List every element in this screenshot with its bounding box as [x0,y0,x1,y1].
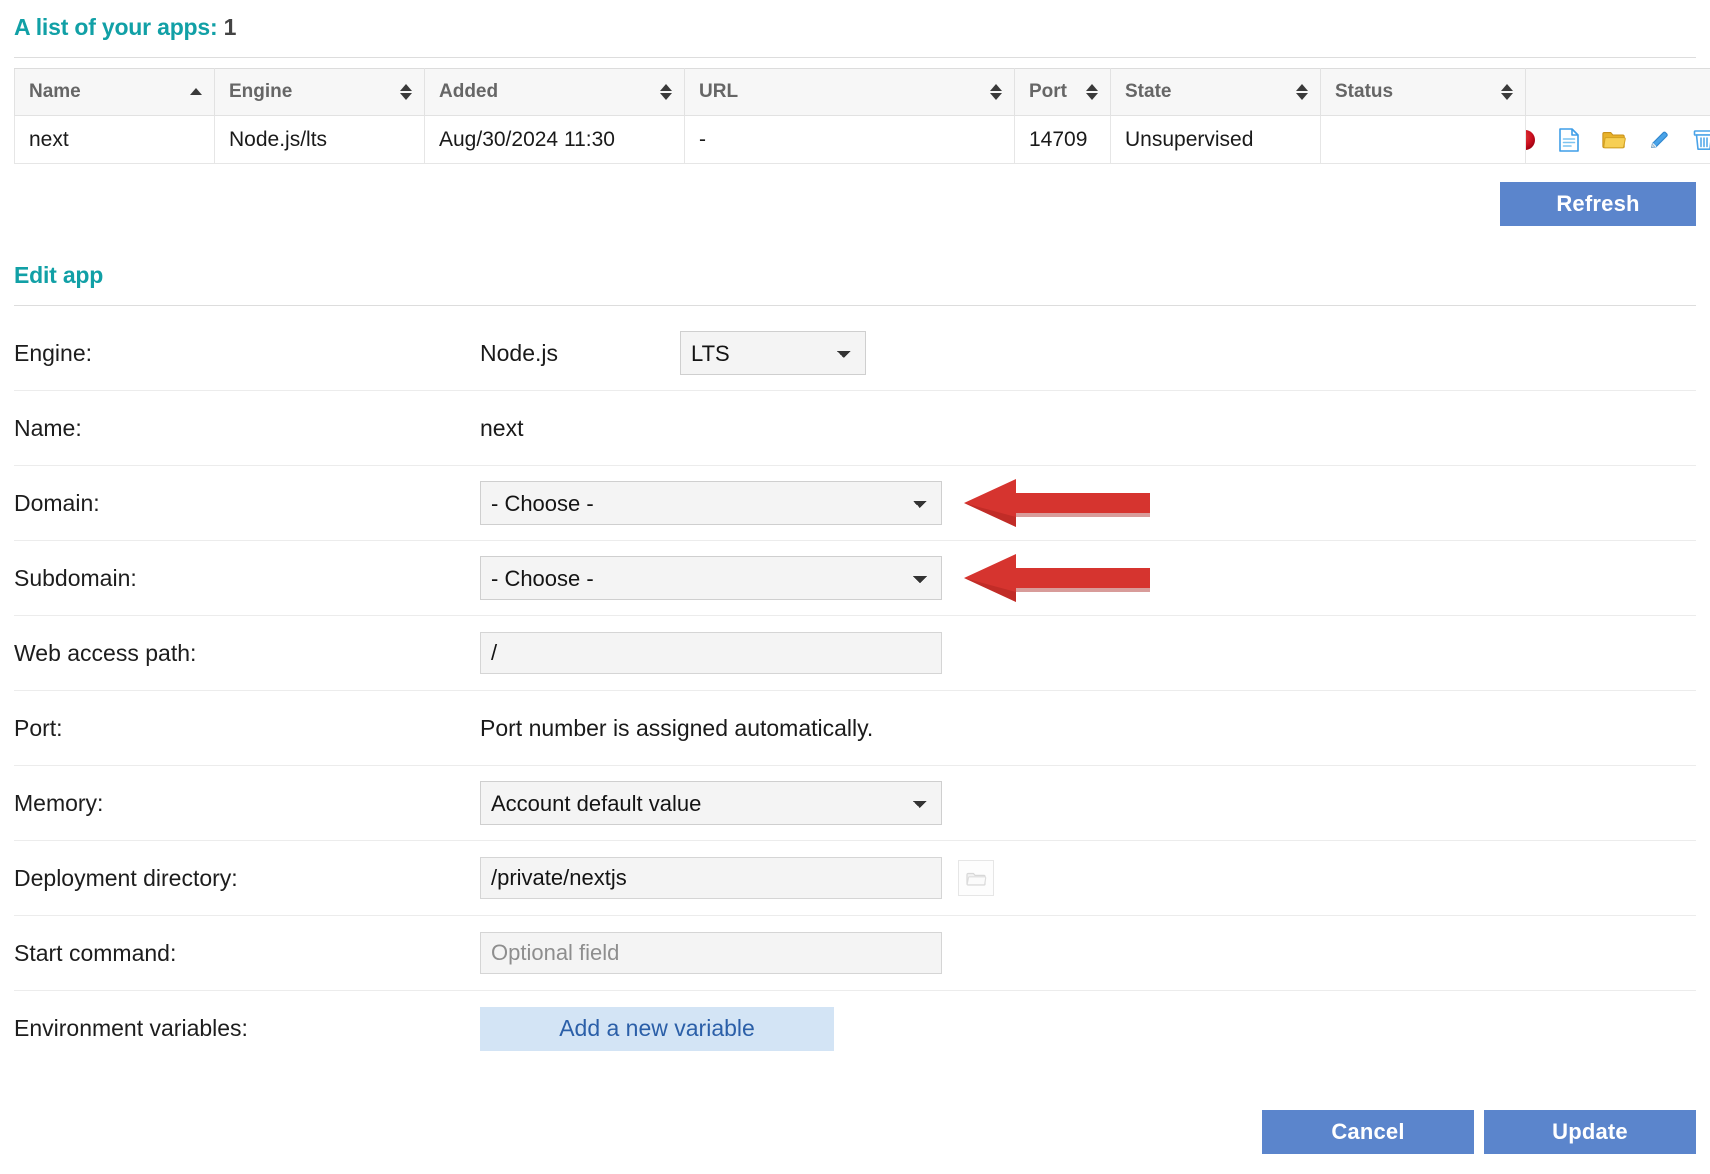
apps-list-title: A list of your apps: [14,14,217,40]
pencil-edit-icon[interactable] [1647,127,1671,153]
field-name: next [480,415,1696,442]
form-row-web-access-path: Web access path: [14,616,1696,691]
column-header-state[interactable]: State [1111,69,1321,116]
apps-count: 1 [224,14,237,40]
form-row-start-command: Start command: [14,916,1696,991]
deployment-directory-input[interactable] [480,857,942,899]
cell-actions [1526,116,1710,164]
form-row-engine: Engine: Node.js LTS [14,316,1696,391]
label-engine: Engine: [14,340,480,367]
label-domain: Domain: [14,490,480,517]
port-info-text: Port number is assigned automatically. [480,715,873,742]
field-port: Port number is assigned automatically. [480,715,1696,742]
column-label-name: Name [29,81,81,102]
page-root: A list of your apps: 1 Name Engine Added [0,14,1710,1154]
form-row-port: Port: Port number is assigned automatica… [14,691,1696,766]
form-row-subdomain: Subdomain: - Choose - [14,541,1696,616]
engine-name-text: Node.js [480,340,656,367]
label-environment-variables: Environment variables: [14,1015,480,1042]
label-memory: Memory: [14,790,480,817]
field-memory: Account default value [480,781,1696,825]
engine-version-select[interactable]: LTS [680,331,866,375]
edit-app-heading: Edit app [14,262,1696,289]
form-row-domain: Domain: - Choose - [14,466,1696,541]
start-command-input[interactable] [480,932,942,974]
column-header-url[interactable]: URL [685,69,1015,116]
apps-table-head: Name Engine Added URL Port [15,69,1710,116]
column-header-port[interactable]: Port [1015,69,1111,116]
field-start-command [480,932,1696,974]
heading-divider [14,57,1696,58]
label-name: Name: [14,415,480,442]
stop-circle-icon[interactable] [1526,127,1538,153]
app-name-value: next [480,415,523,442]
cell-engine: Node.js/lts [215,116,425,164]
column-header-engine[interactable]: Engine [215,69,425,116]
memory-select[interactable]: Account default value [480,781,942,825]
refresh-button-container: Refresh [14,182,1696,226]
field-deployment-directory [480,857,1696,899]
sort-both-icon[interactable] [1501,83,1513,101]
column-label-state: State [1125,81,1171,102]
form-row-memory: Memory: Account default value [14,766,1696,841]
cancel-button[interactable]: Cancel [1262,1110,1474,1154]
column-label-engine: Engine [229,81,292,102]
refresh-button[interactable]: Refresh [1500,182,1696,226]
folder-browse-icon[interactable] [958,860,994,896]
form-row-environment-variables: Environment variables: Add a new variabl… [14,991,1696,1066]
field-domain: - Choose - [480,481,1696,525]
column-label-status: Status [1335,81,1393,102]
column-header-status[interactable]: Status [1321,69,1526,116]
update-button[interactable]: Update [1484,1110,1696,1154]
label-deployment-directory: Deployment directory: [14,865,480,892]
label-web-access-path: Web access path: [14,640,480,667]
apps-table: Name Engine Added URL Port [14,68,1710,164]
cell-name: next [15,116,215,164]
cell-added: Aug/30/2024 11:30 [425,116,685,164]
cell-port: 14709 [1015,116,1111,164]
form-row-deployment-directory: Deployment directory: [14,841,1696,916]
column-label-url: URL [699,81,738,102]
cell-url: - [685,116,1015,164]
sort-both-icon[interactable] [660,83,672,101]
row-action-buttons [1540,127,1710,153]
form-row-name: Name: next [14,391,1696,466]
sort-both-icon[interactable] [1086,83,1098,101]
table-row: next Node.js/lts Aug/30/2024 11:30 - 147… [15,116,1710,164]
sort-both-icon[interactable] [1296,83,1308,101]
field-engine: Node.js LTS [480,331,1696,375]
apps-table-body: next Node.js/lts Aug/30/2024 11:30 - 147… [15,116,1710,164]
cell-state: Unsupervised [1111,116,1321,164]
column-label-added: Added [439,81,498,102]
column-label-port: Port [1029,81,1067,102]
field-subdomain: - Choose - [480,556,1696,600]
domain-select[interactable]: - Choose - [480,481,942,525]
form-action-bar: Cancel Update [14,1110,1696,1154]
apps-list-heading: A list of your apps: 1 [14,14,1696,41]
column-header-name[interactable]: Name [15,69,215,116]
label-port: Port: [14,715,480,742]
edit-app-form: Engine: Node.js LTS Name: next Domain: -… [14,316,1696,1066]
column-header-actions [1526,69,1710,116]
sort-both-icon[interactable] [400,83,412,101]
trash-delete-icon[interactable] [1691,127,1710,153]
cell-status [1321,116,1526,164]
field-environment-variables: Add a new variable [480,1007,1696,1051]
subdomain-select[interactable]: - Choose - [480,556,942,600]
edit-heading-divider [14,305,1696,306]
table-header-row: Name Engine Added URL Port [15,69,1710,116]
field-web-access-path [480,632,1696,674]
sort-both-icon[interactable] [990,83,1002,101]
web-access-path-input[interactable] [480,632,942,674]
sort-ascending-icon[interactable] [190,83,202,101]
column-header-added[interactable]: Added [425,69,685,116]
label-start-command: Start command: [14,940,480,967]
folder-icon[interactable] [1601,127,1627,153]
add-new-variable-button[interactable]: Add a new variable [480,1007,834,1051]
log-file-icon[interactable] [1557,127,1581,153]
label-subdomain: Subdomain: [14,565,480,592]
